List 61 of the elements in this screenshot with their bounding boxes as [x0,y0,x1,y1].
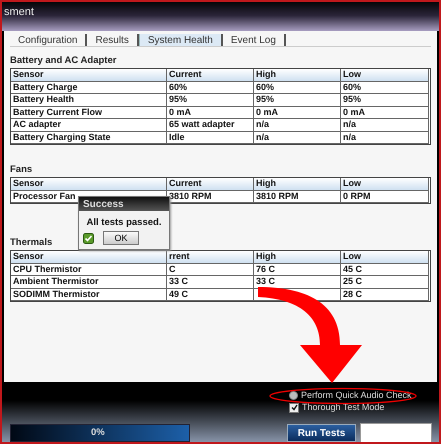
table-cell: 28 C [341,288,429,301]
tab[interactable]: Configuration [10,34,88,46]
table-cell: 25 C [341,276,429,288]
column-header: Current [167,178,254,190]
column-header: Low [341,251,429,264]
table-cell: 76 C [254,264,341,276]
tab[interactable]: System Health [138,34,223,46]
radio-button[interactable] [289,391,298,400]
table-cell: n/a [254,132,341,144]
run-tests-button[interactable]: Run Tests [287,424,356,442]
table-cell: C [167,264,254,276]
table-cell: 95% [254,94,341,106]
table-cell: 3810 RPM [254,190,341,203]
column-header: High [254,69,341,82]
table-cell: 60% [341,82,429,94]
column-header: High [254,178,341,190]
blank-button[interactable] [360,423,432,444]
window-title: sment [4,6,34,18]
table-cell: Battery Health [11,94,167,106]
table-cell: 0 mA [254,106,341,119]
table-cell: 0 mA [341,106,429,119]
table-cell: Ambient Thermistor [11,276,167,288]
table-cell: 0 RPM [341,190,429,203]
dialog-message: All tests passed. [86,217,162,228]
table-cell: CPU Thermistor [11,264,167,276]
table-cell: 95% [167,94,254,106]
table-cell: Battery Current Flow [11,106,167,119]
section-title: Fans [10,164,32,175]
check-icon [83,232,94,244]
table-cell: 95% [341,94,429,106]
table-cell: 49 C [167,288,254,301]
column-header: Sensor [11,69,167,82]
table-cell: SODIMM Thermistor [11,288,167,301]
ok-button[interactable]: OK [103,231,139,245]
column-header: Sensor [11,178,167,190]
table-cell: n/a [254,119,341,132]
table-cell: 60% [254,82,341,94]
table-cell: Battery Charging State [11,132,167,144]
table-cell: 33 C [167,276,254,288]
table-cell: n/a [341,132,429,144]
option-label: Perform Quick Audio Check [301,390,412,401]
table-cell: Battery Charge [11,82,167,94]
table-cell: Idle [167,132,254,144]
column-header: Sensor [11,251,167,264]
column-header: Low [341,178,429,190]
column-header: High [254,251,341,264]
option-label: Thorough Test Mode [302,402,384,413]
table-cell: 45 C [341,264,429,276]
section-title: Thermals [10,237,52,248]
table-cell: AC adapter [11,119,167,132]
table-cell: 65 watt adapter [167,119,254,132]
checkbox[interactable] [289,402,299,412]
table-cell: 60% [167,82,254,94]
column-header: Current [167,69,254,82]
column-header: rrent [167,251,254,264]
table-cell: 0 mA [167,106,254,119]
section-title: Battery and AC Adapter [10,55,116,66]
tab[interactable]: Event Log [222,34,286,46]
column-header: Low [341,69,429,82]
progress-label: 0% [91,427,105,438]
table-cell: n/a [341,119,429,132]
